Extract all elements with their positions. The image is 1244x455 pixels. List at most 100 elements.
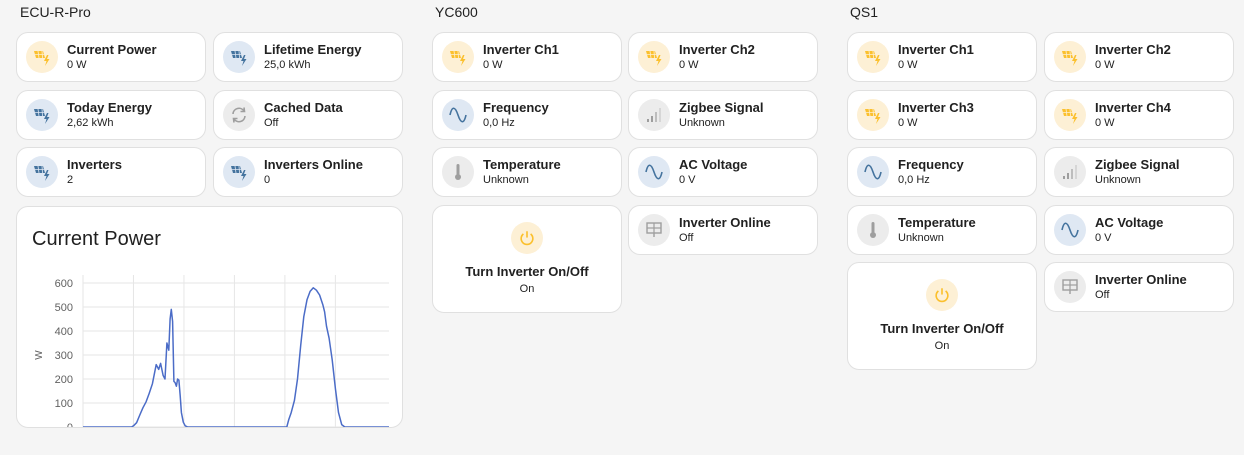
tile-name: Inverter Online [679,214,771,230]
tile-yc600-inverter-online[interactable]: Inverter Online Off [628,205,818,255]
tile-qs1-inverter-online[interactable]: Inverter Online Off [1044,262,1234,312]
tile-qs1-ac-voltage[interactable]: AC Voltage 0 V [1044,205,1234,255]
tile-name: Inverter Ch2 [679,41,755,57]
y-tick-label: 600 [55,278,73,290]
tile-yc600-zigbee-signal[interactable]: Zigbee Signal Unknown [628,90,818,140]
solar-power-icon [1054,41,1086,73]
tile-state: 0 W [898,59,918,72]
power-series-line [83,287,389,427]
tile-qs1-zigbee-signal[interactable]: Zigbee Signal Unknown [1044,147,1234,197]
y-tick-label: 0 [67,422,73,428]
tile-state: Unknown [1095,174,1141,187]
tile-name: Temperature [483,156,561,172]
tile-name: Current Power [67,41,157,57]
y-tick-label: 300 [55,350,73,362]
tile-name: Frequency [483,99,549,115]
tile-name: Temperature [898,214,976,230]
tile-state: 25,0 kWh [264,59,311,72]
tile-name: Zigbee Signal [1095,156,1180,172]
tile-state: Unknown [898,232,944,245]
tile-qs1-inverter-ch3[interactable]: Inverter Ch3 0 W [847,90,1037,140]
tile-state: 0,0 Hz [898,174,930,187]
tile-state: 0 W [483,59,503,72]
solar-power-icon [26,99,58,131]
tile-name: Zigbee Signal [679,99,764,115]
solar-power-icon [857,41,889,73]
tile-state: 0 W [679,59,699,72]
solar-panel-icon [1054,271,1086,303]
tile-state: 0 W [1095,117,1115,130]
sine-wave-icon [1054,214,1086,246]
button-label: Turn Inverter On/Off [465,264,589,279]
tile-qs1-temperature[interactable]: Temperature Unknown [847,205,1037,255]
tile-state: 0 W [67,59,87,72]
tile-name: Inverter Ch1 [483,41,559,57]
tile-name: Cached Data [264,99,343,115]
button-state: On [519,283,535,295]
tile-name: Inverter Online [1095,271,1187,287]
power-icon [926,279,958,311]
y-axis-label: W [34,350,45,360]
tile-ecu-today-energy[interactable]: Today Energy 2,62 kWh [16,90,206,140]
tile-yc600-inverter-ch1[interactable]: Inverter Ch1 0 W [432,32,622,82]
tile-qs1-inverter-ch4[interactable]: Inverter Ch4 0 W [1044,90,1234,140]
tile-state: 0 [264,174,271,187]
tile-name: Frequency [898,156,964,172]
tile-state: 0 V [1095,232,1112,245]
tile-state: Unknown [483,174,529,187]
thermometer-icon [857,214,889,246]
tile-yc600-inverter-ch2[interactable]: Inverter Ch2 0 W [628,32,818,82]
signal-bars-icon [638,99,670,131]
button-state: On [934,340,950,352]
tile-name: Today Energy [67,99,153,115]
tile-name: Inverter Ch3 [898,99,974,115]
tile-state: 0,0 Hz [483,117,515,130]
tile-qs1-inverter-ch2[interactable]: Inverter Ch2 0 W [1044,32,1234,82]
tile-state: 0 W [898,117,918,130]
tile-qs1-inverter-ch1[interactable]: Inverter Ch1 0 W [847,32,1037,82]
current-power-chart[interactable]: 0100200300400500600Jan 3108:0016:00Feb 1… [17,207,403,428]
yc600-turn-inverter-button[interactable]: Turn Inverter On/Off On [432,205,622,313]
tile-ecu-current-power[interactable]: Current Power 0 W [16,32,206,82]
solar-panel-icon [638,214,670,246]
tile-state: 2 [67,174,74,187]
tile-ecu-cached-data[interactable]: Cached Data Off [213,90,403,140]
y-tick-label: 400 [55,326,73,338]
tile-state: Unknown [679,117,725,130]
current-power-chart-card[interactable]: Current Power 0100200300400500600Jan 310… [16,206,403,428]
tile-state: Off [1095,289,1110,302]
y-tick-label: 100 [55,398,73,410]
sync-icon [223,99,255,131]
section-title-ecu: ECU-R-Pro [20,4,91,20]
signal-bars-icon [1054,156,1086,188]
solar-power-icon [223,41,255,73]
solar-power-icon [638,41,670,73]
section-title-qs1: QS1 [850,4,879,20]
tile-ecu-inverters-online[interactable]: Inverters Online 0 [213,147,403,197]
tile-state: Off [264,117,279,130]
tile-qs1-frequency[interactable]: Frequency 0,0 Hz [847,147,1037,197]
tile-yc600-ac-voltage[interactable]: AC Voltage 0 V [628,147,818,197]
tile-yc600-frequency[interactable]: Frequency 0,0 Hz [432,90,622,140]
solar-power-icon [26,156,58,188]
tile-ecu-lifetime-energy[interactable]: Lifetime Energy 25,0 kWh [213,32,403,82]
y-tick-label: 500 [55,302,73,314]
qs1-turn-inverter-button[interactable]: Turn Inverter On/Off On [847,262,1037,370]
solar-power-icon [1054,99,1086,131]
solar-power-icon [26,41,58,73]
thermometer-icon [442,156,474,188]
power-icon [511,222,543,254]
tile-yc600-temperature[interactable]: Temperature Unknown [432,147,622,197]
tile-state: 0 W [1095,59,1115,72]
tile-name: Inverter Ch2 [1095,41,1171,57]
tile-state: Off [679,232,694,245]
section-title-yc600: YC600 [435,4,478,20]
solar-power-icon [857,99,889,131]
tile-name: AC Voltage [679,156,748,172]
sine-wave-icon [857,156,889,188]
sine-wave-icon [638,156,670,188]
tile-name: Lifetime Energy [264,41,362,57]
tile-ecu-inverters[interactable]: Inverters 2 [16,147,206,197]
tile-name: Inverter Ch4 [1095,99,1171,115]
tile-state: 0 V [679,174,696,187]
